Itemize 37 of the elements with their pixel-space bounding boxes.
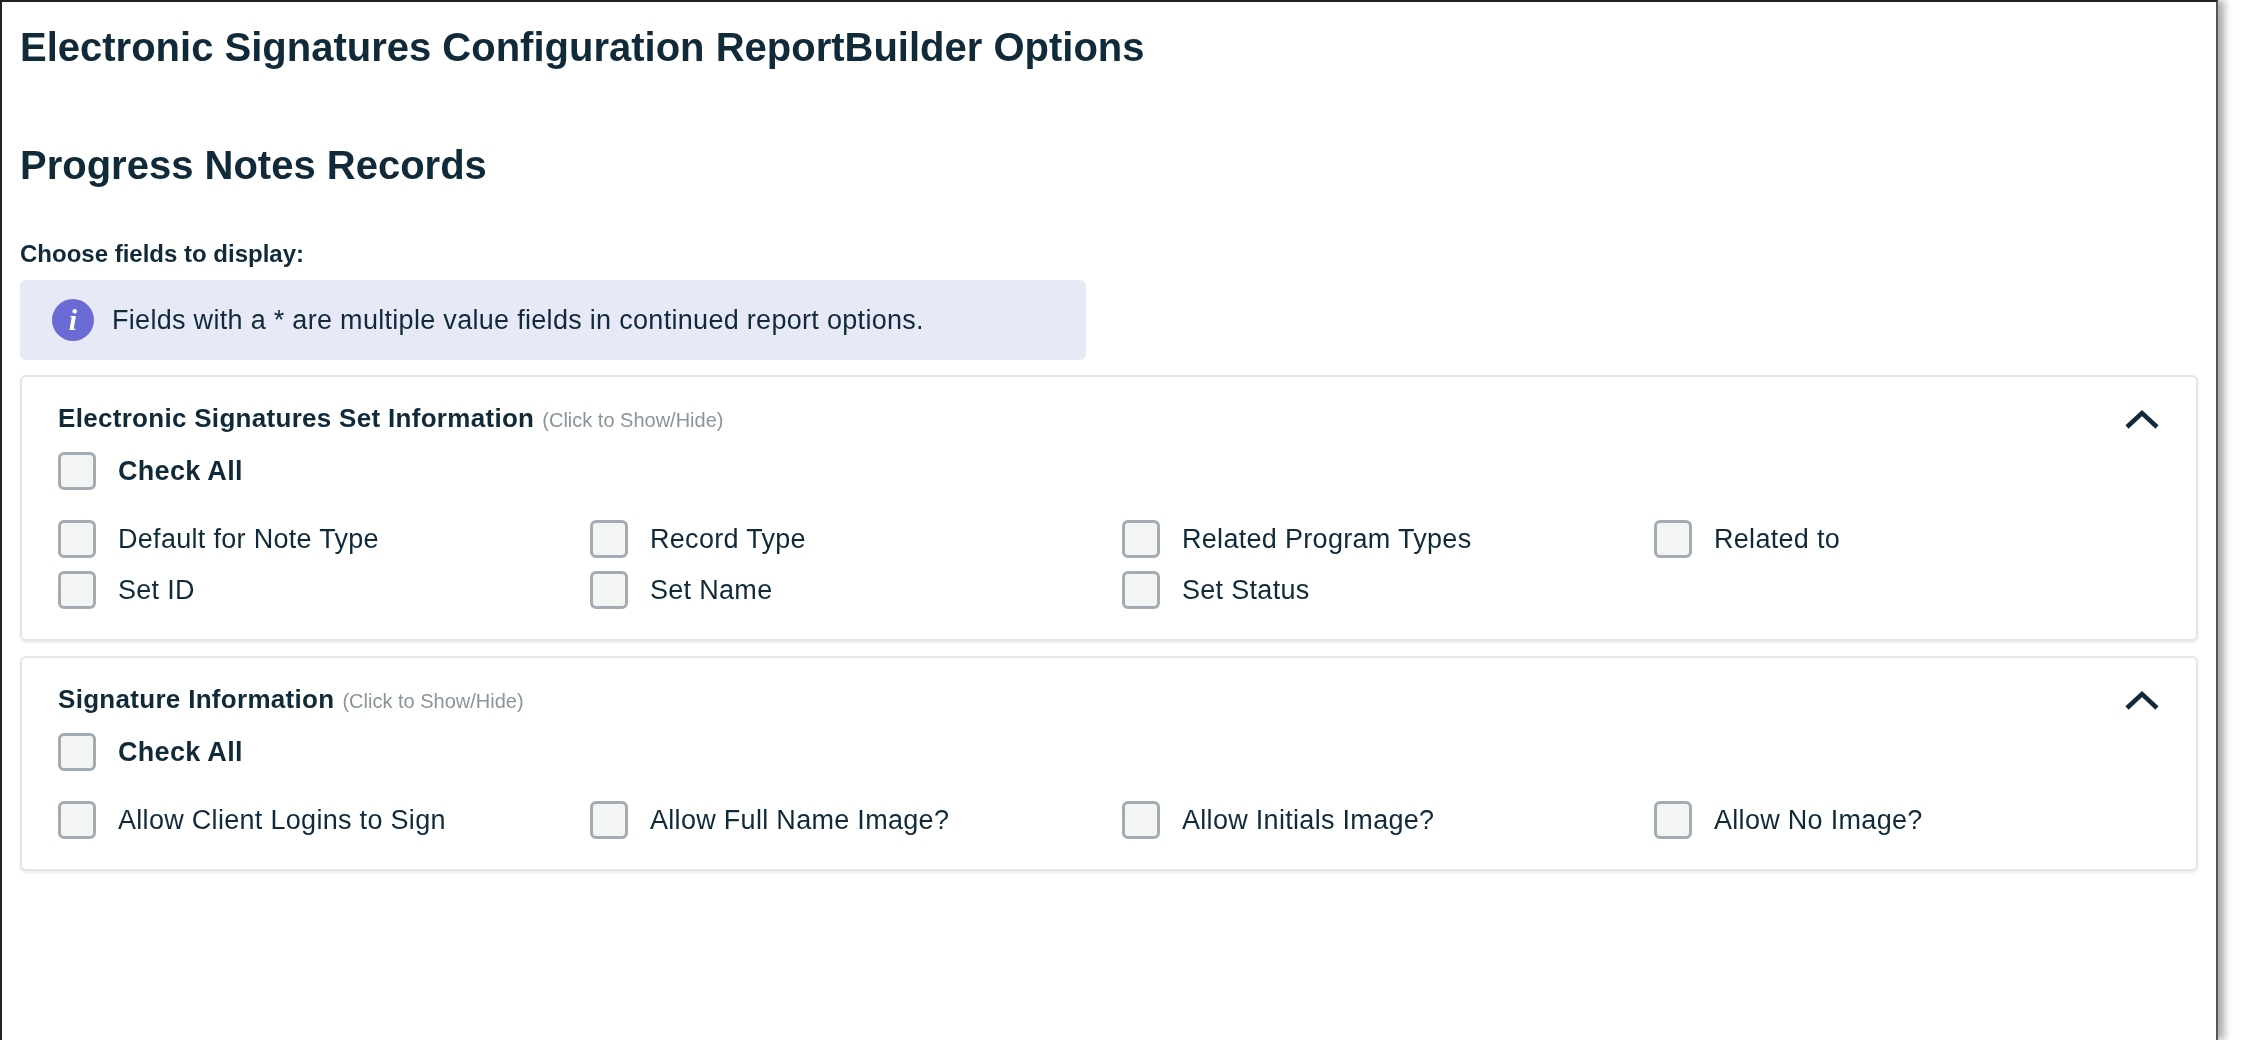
checkbox[interactable] (58, 733, 96, 771)
checkbox-label: Default for Note Type (118, 523, 379, 555)
checkbox[interactable] (590, 571, 628, 609)
checkbox-label: Related to (1714, 523, 1841, 555)
checkbox-label: Set Status (1182, 574, 1310, 606)
checkbox-label: Allow Initials Image? (1182, 804, 1435, 836)
checkbox-label: Allow Client Logins to Sign (118, 804, 446, 836)
checkbox-label: Allow Full Name Image? (650, 804, 950, 836)
checkbox-label: Set Name (650, 574, 773, 606)
group-title[interactable]: Electronic Signatures Set Information (58, 403, 535, 434)
info-text: Fields with a * are multiple value fields in continued report options. (112, 304, 924, 336)
chevron-icon[interactable] (2124, 688, 2160, 711)
checkbox[interactable] (1654, 801, 1692, 839)
checkbox[interactable] (590, 520, 628, 558)
checkbox[interactable] (58, 801, 96, 839)
toggle-hint: (Click to Show/Hide) (542, 409, 724, 432)
checkbox[interactable] (58, 452, 96, 490)
section-heading: Progress Notes Records (20, 142, 488, 189)
checkbox[interactable] (590, 801, 628, 839)
checkbox-label: Related Program Types (1182, 523, 1472, 555)
chevron-icon[interactable] (2124, 407, 2160, 430)
checkbox-label: Check All (118, 736, 243, 768)
checkbox[interactable] (58, 571, 96, 609)
group-title[interactable]: Signature Information (58, 684, 335, 715)
info-icon: i (52, 299, 94, 341)
toggle-hint: (Click to Show/Hide) (342, 690, 524, 713)
checkbox-label: Set ID (118, 574, 195, 606)
checkbox[interactable] (58, 520, 96, 558)
checkbox[interactable] (1122, 520, 1160, 558)
page-title: Electronic Signatures Configuration ReportBuilder Options (20, 24, 1146, 71)
checkbox[interactable] (1654, 520, 1692, 558)
checkbox[interactable] (1122, 571, 1160, 609)
checkbox-label: Allow No Image? (1714, 804, 1923, 836)
checkbox-label: Record Type (650, 523, 806, 555)
fields-label: Choose fields to display: (20, 240, 305, 268)
checkbox[interactable] (1122, 801, 1160, 839)
checkbox-label: Check All (118, 455, 243, 487)
